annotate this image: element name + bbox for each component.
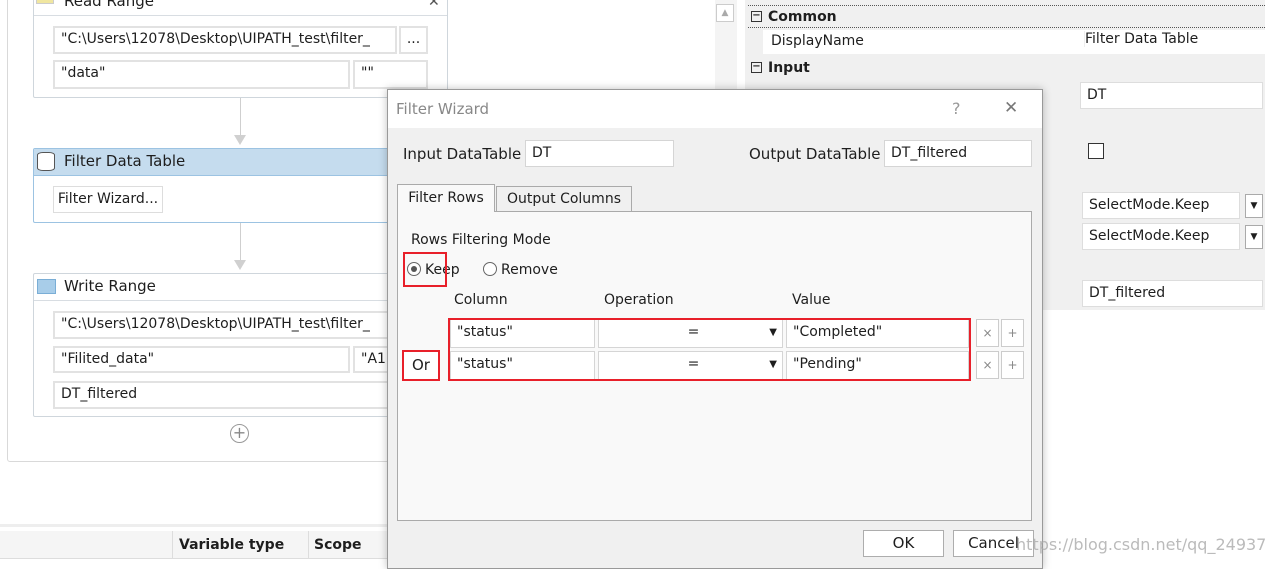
property-value[interactable]: Filter Data Table xyxy=(1084,31,1198,47)
property-select-mode-2[interactable]: SelectMode.Keep xyxy=(1082,223,1240,250)
write-sheet-input[interactable]: "Filited_data" xyxy=(53,346,350,373)
write-path-input[interactable]: "C:\Users\12078\Desktop\UIPATH_test\filt… xyxy=(53,311,393,339)
close-activity-icon[interactable]: ✕ xyxy=(428,0,440,10)
collapse-icon[interactable]: − xyxy=(751,11,762,22)
browse-button[interactable]: ... xyxy=(399,26,428,54)
close-icon[interactable]: ✕ xyxy=(1004,98,1018,118)
excel-icon xyxy=(36,0,54,4)
connector-arrow xyxy=(234,260,246,270)
highlight-box xyxy=(402,350,440,381)
activity-title: Filter Data Table xyxy=(64,152,186,170)
connector-line xyxy=(240,98,241,136)
group-label: Input xyxy=(768,60,810,76)
tab-filter-rows[interactable]: Filter Rows xyxy=(397,184,495,212)
output-datatable-label: Output DataTable xyxy=(749,145,881,163)
property-output-datatable[interactable]: DT_filtered xyxy=(1082,280,1263,307)
help-icon[interactable]: ? xyxy=(952,99,961,118)
activity-title: Read Range xyxy=(64,0,154,10)
variables-panel: Variable type Scope xyxy=(0,524,390,563)
property-displayname: DisplayName Filter Data Table xyxy=(763,30,1265,55)
dialog-title-bar: Filter Wizard ? ✕ xyxy=(388,90,1042,128)
add-activity-icon[interactable]: + xyxy=(230,424,249,443)
header-operation: Operation xyxy=(604,292,674,308)
range-input[interactable]: "" xyxy=(353,60,428,89)
add-condition-icon[interactable]: + xyxy=(1001,319,1024,347)
read-range-header: Read Range xyxy=(34,0,447,16)
remove-condition-icon[interactable]: × xyxy=(976,319,999,347)
dropdown-arrow-icon[interactable]: ▼ xyxy=(1245,225,1263,249)
filter-rows-panel: Rows Filtering Mode Keep Remove Column O… xyxy=(397,211,1032,521)
input-datatable-field[interactable]: DT xyxy=(525,140,674,167)
property-select-mode-1[interactable]: SelectMode.Keep xyxy=(1082,192,1240,219)
connector-arrow xyxy=(234,135,246,145)
activity-title: Write Range xyxy=(64,277,156,295)
connector-line xyxy=(240,223,241,261)
group-label: Common xyxy=(768,9,837,25)
radio-remove[interactable]: Remove xyxy=(483,262,558,278)
property-input-datatable[interactable]: DT xyxy=(1080,82,1263,109)
radio-label: Remove xyxy=(501,262,558,278)
rows-filtering-mode-label: Rows Filtering Mode xyxy=(411,232,551,248)
watermark: https://blog.csdn.net/qq_24937551 xyxy=(1016,535,1265,554)
ok-button[interactable]: OK xyxy=(863,530,944,557)
write-range-icon xyxy=(37,279,56,294)
dropdown-arrow-icon[interactable]: ▼ xyxy=(1245,194,1263,218)
remove-condition-icon[interactable]: × xyxy=(976,351,999,379)
database-icon xyxy=(37,152,55,171)
write-datatable-input[interactable]: DT_filtered xyxy=(53,381,393,409)
write-range-header: Write Range xyxy=(34,274,392,301)
input-datatable-label: Input DataTable xyxy=(403,145,522,163)
filter-data-table-header: Filter Data Table xyxy=(34,149,392,176)
scroll-up-button[interactable]: ▲ xyxy=(716,4,734,22)
sheet-name-input[interactable]: "data" xyxy=(53,60,350,89)
property-checkbox[interactable] xyxy=(1088,143,1104,159)
read-path-input[interactable]: "C:\Users\12078\Desktop\UIPATH_test\filt… xyxy=(53,26,397,54)
output-datatable-field[interactable]: DT_filtered xyxy=(884,140,1032,167)
tab-output-columns[interactable]: Output Columns xyxy=(496,186,632,211)
property-label: DisplayName xyxy=(771,33,864,49)
filter-wizard-button[interactable]: Filter Wizard... xyxy=(53,186,163,213)
radio-unselected-icon[interactable] xyxy=(483,262,497,276)
filter-wizard-dialog: Filter Wizard ? ✕ Input DataTable DT Out… xyxy=(387,89,1043,569)
highlight-box xyxy=(448,318,971,381)
column-header-variable-type[interactable]: Variable type xyxy=(172,531,308,559)
header-value: Value xyxy=(792,292,831,308)
add-condition-icon[interactable]: + xyxy=(1001,351,1024,379)
dialog-title: Filter Wizard xyxy=(396,100,490,118)
header-column: Column xyxy=(454,292,508,308)
collapse-icon[interactable]: − xyxy=(751,62,762,73)
highlight-box xyxy=(403,252,447,287)
column-header-scope[interactable]: Scope xyxy=(308,531,390,559)
group-common[interactable]: − Common xyxy=(748,5,1265,28)
group-input[interactable]: − Input xyxy=(748,57,1265,80)
